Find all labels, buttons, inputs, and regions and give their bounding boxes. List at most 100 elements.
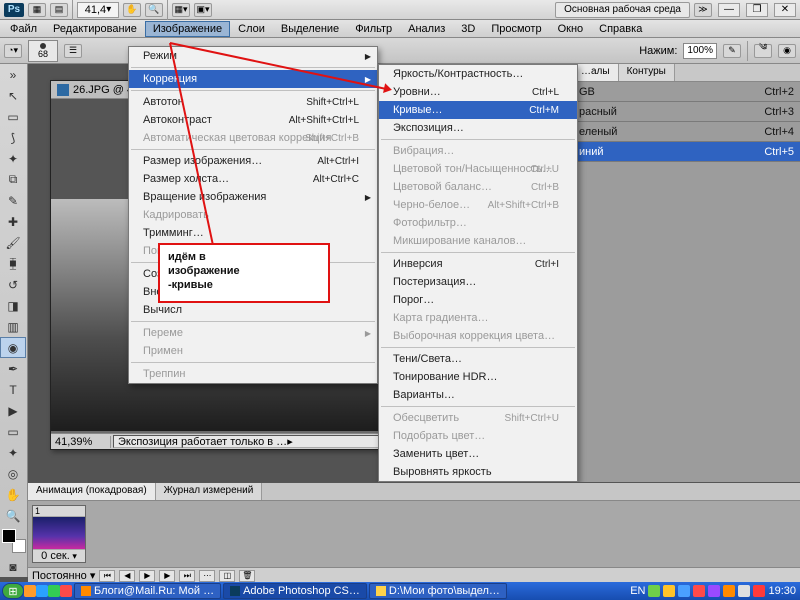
workspace-switcher[interactable]: Основная рабочая среда — [555, 2, 690, 18]
more-icon[interactable]: ≫ — [694, 3, 712, 17]
menu-trap[interactable]: Треппин — [129, 365, 377, 383]
tween-button[interactable]: ⋯ — [199, 570, 215, 582]
menu-shadowshighlights[interactable]: Тени/Света… — [379, 350, 577, 368]
menu-canvassize[interactable]: Размер холста…Alt+Ctrl+C — [129, 170, 377, 188]
pressure-size-icon[interactable]: ◉ — [778, 44, 796, 58]
animation-frame[interactable]: 1 0 сек. ▾ — [32, 505, 86, 563]
brush-panel-button[interactable]: ☰ — [64, 44, 82, 58]
menu-image[interactable]: Изображение — [145, 21, 230, 37]
menu-colorbalance[interactable]: Цветовой баланс…Ctrl+B — [379, 178, 577, 196]
taskbar-item[interactable]: D:\Мои фото\выдел… — [369, 583, 507, 599]
menu-applydataset[interactable]: Примен — [129, 342, 377, 360]
menu-trim[interactable]: Тримминг… — [129, 224, 377, 242]
brush-tool[interactable]: 🖌 — [0, 232, 26, 253]
close-button[interactable]: ✕ — [774, 3, 796, 17]
zoom-tool[interactable]: 🔍 — [0, 505, 26, 526]
menu-hdrtoning[interactable]: Тонирование HDR… — [379, 368, 577, 386]
tray-icon[interactable] — [693, 585, 705, 597]
eyedropper-tool[interactable]: ✎ — [0, 190, 26, 211]
first-frame-button[interactable]: ⏮ — [99, 570, 115, 582]
prev-frame-button[interactable]: ◀ — [119, 570, 135, 582]
tab-paths[interactable]: Контуры — [619, 64, 675, 81]
channel-green[interactable]: еленыйCtrl+4 — [573, 122, 800, 142]
menu-layer[interactable]: Слои — [230, 21, 273, 37]
3d-tool[interactable]: ✦ — [0, 442, 26, 463]
clock[interactable]: 19:30 — [768, 585, 796, 597]
menu-curves[interactable]: Кривые…Ctrl+M — [379, 101, 577, 119]
hand-tool[interactable]: ✋ — [0, 484, 26, 505]
quicklaunch-icon[interactable] — [48, 585, 60, 597]
menu-crop[interactable]: Кадрировать — [129, 206, 377, 224]
3d-camera-tool[interactable]: ◎ — [0, 463, 26, 484]
menu-levels[interactable]: Уровни…Ctrl+L — [379, 83, 577, 101]
color-swatches[interactable] — [2, 529, 26, 553]
minibridge-button[interactable]: ▤ — [50, 3, 68, 17]
language-indicator[interactable]: EN — [630, 585, 645, 597]
dodge-tool[interactable]: ◉ — [0, 337, 26, 358]
quickmask-button[interactable]: ◙ — [0, 556, 26, 577]
menu-huesat[interactable]: Цветовой тон/Насыщенность…Ctrl+U — [379, 160, 577, 178]
menu-variations[interactable]: Варианты… — [379, 386, 577, 404]
tray-icon[interactable] — [648, 585, 660, 597]
lasso-tool[interactable]: ⟆ — [0, 127, 26, 148]
next-frame-button[interactable]: ▶ — [159, 570, 175, 582]
menu-autocontrast[interactable]: АвтоконтрастAlt+Shift+Ctrl+L — [129, 111, 377, 129]
quicklaunch-icon[interactable] — [60, 585, 72, 597]
tray-icon[interactable] — [708, 585, 720, 597]
menu-window[interactable]: Окно — [550, 21, 592, 37]
channel-red[interactable]: расныйCtrl+3 — [573, 102, 800, 122]
menu-desaturate[interactable]: ОбесцветитьShift+Ctrl+U — [379, 409, 577, 427]
pressure-opacity-icon[interactable]: ✎ — [723, 44, 741, 58]
marquee-tool[interactable]: ▭ — [0, 106, 26, 127]
quicklaunch-icon[interactable] — [36, 585, 48, 597]
path-select-tool[interactable]: ▶ — [0, 400, 26, 421]
menu-vibrance[interactable]: Вибрация… — [379, 142, 577, 160]
menu-posterize[interactable]: Постеризация… — [379, 273, 577, 291]
quickselect-tool[interactable]: ✦ — [0, 148, 26, 169]
menu-equalize[interactable]: Выровнять яркость — [379, 463, 577, 481]
tab-animation[interactable]: Анимация (покадровая) — [28, 483, 156, 500]
crop-tool[interactable]: ⧉ — [0, 169, 26, 190]
channel-rgb[interactable]: GBCtrl+2 — [573, 82, 800, 102]
menu-brightcontrast[interactable]: Яркость/Контрастность… — [379, 65, 577, 83]
zoom-field[interactable]: 41,39% — [51, 436, 111, 448]
delete-frame-button[interactable]: 🗑 — [239, 570, 255, 582]
hand-tool-button[interactable]: ✋ — [123, 3, 141, 17]
menu-replacecolor[interactable]: Заменить цвет… — [379, 445, 577, 463]
healing-tool[interactable]: ✚ — [0, 211, 26, 232]
menu-edit[interactable]: Редактирование — [45, 21, 145, 37]
taskbar-item[interactable]: Adobe Photoshop CS… — [223, 583, 367, 599]
menu-autocolor[interactable]: Автоматическая цветовая коррекцияShift+C… — [129, 129, 377, 147]
tray-icon[interactable] — [723, 585, 735, 597]
collapse-icon[interactable]: » — [0, 64, 26, 85]
maximize-button[interactable]: ❐ — [746, 3, 768, 17]
taskbar-item[interactable]: Блоги@Mail.Ru: Мой … — [74, 583, 221, 599]
quicklaunch-icon[interactable] — [24, 585, 36, 597]
menu-invert[interactable]: ИнверсияCtrl+I — [379, 255, 577, 273]
screenmode-button[interactable]: ▣▾ — [194, 3, 212, 17]
menu-gradientmap[interactable]: Карта градиента… — [379, 309, 577, 327]
menu-autotone[interactable]: АвтотонShift+Ctrl+L — [129, 93, 377, 111]
play-button[interactable]: ▶ — [139, 570, 155, 582]
menu-rotate[interactable]: Вращение изображения — [129, 188, 377, 206]
move-tool[interactable]: ↖ — [0, 85, 26, 106]
menu-channelmixer[interactable]: Микширование каналов… — [379, 232, 577, 250]
menu-variables[interactable]: Переме — [129, 324, 377, 342]
tray-icon[interactable] — [753, 585, 765, 597]
menu-exposure[interactable]: Экспозиция… — [379, 119, 577, 137]
menu-select[interactable]: Выделение — [273, 21, 347, 37]
tab-channels[interactable]: …алы — [573, 64, 619, 81]
tool-preset-button[interactable]: ◔▾ — [4, 44, 22, 58]
brush-preview[interactable]: 68 — [28, 40, 58, 62]
menu-photofilter[interactable]: Фотофильтр… — [379, 214, 577, 232]
type-tool[interactable]: T — [0, 379, 26, 400]
last-frame-button[interactable]: ⏭ — [179, 570, 195, 582]
tray-icon[interactable] — [678, 585, 690, 597]
menu-view[interactable]: Просмотр — [483, 21, 549, 37]
menu-calculations[interactable]: Вычисл — [129, 301, 377, 319]
channel-blue[interactable]: инийCtrl+5 — [573, 142, 800, 162]
zoom-tool-button[interactable]: 🔍 — [145, 3, 163, 17]
frame-time[interactable]: 0 сек. ▾ — [33, 549, 85, 562]
tray-icon[interactable] — [663, 585, 675, 597]
history-brush-tool[interactable]: ↺ — [0, 274, 26, 295]
